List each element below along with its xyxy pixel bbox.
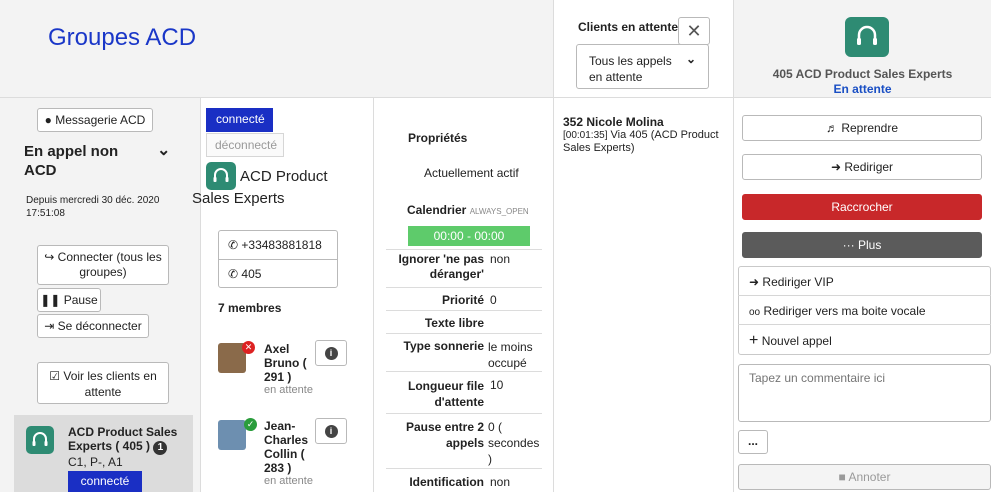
info-icon: i [324, 347, 338, 360]
pause-button[interactable]: ❚❚ Pause [37, 288, 101, 312]
prop-label: Identification [409, 475, 484, 489]
messagerie-acd-button[interactable]: ● Messagerie ACD [37, 108, 153, 132]
prop-label: Priorité [441, 293, 484, 307]
page-title: Groupes ACD [48, 24, 197, 51]
arrow-right-icon: ➜ [749, 275, 760, 289]
redirect-button[interactable]: ➜ Rediriger [742, 154, 982, 180]
member-info-button[interactable]: i [315, 340, 347, 366]
member-state: en attente [264, 384, 313, 396]
prop-label: Texte libre [424, 316, 484, 330]
menu-item-redirect-vip[interactable]: ➜ Rediriger VIP [749, 275, 834, 289]
headset-icon [26, 426, 54, 454]
prop-label: Pause entre 2 appels [405, 420, 484, 450]
member-name: Axel Bruno ( 291 ) [264, 342, 307, 384]
menu-item-new-call[interactable]: + Nouvel appel [749, 332, 832, 350]
chevron-down-icon: ⌄ [685, 52, 696, 66]
group-card-status: connecté [68, 471, 142, 492]
logout-icon: ⇥ [44, 319, 55, 333]
active-status: Actuellement actif [424, 166, 519, 180]
more-button[interactable]: ··· Plus [742, 232, 982, 258]
speaker-icon: ♬ [825, 121, 838, 135]
connected-toggle[interactable]: connecté [206, 108, 273, 132]
comment-input[interactable] [738, 364, 991, 422]
connect-all-groups-button[interactable]: ↪ Connecter (tous les groupes) [37, 245, 169, 285]
group-card-name: ACD Product Sales Experts ( 405 ) 1 [68, 425, 178, 455]
phone-number-2[interactable]: ✆ 405 [228, 267, 261, 281]
prop-value: 0 ( secondes ) [488, 420, 540, 466]
voicemail-icon: οο [749, 307, 761, 318]
prop-label: Longueur file d'attente [408, 379, 484, 409]
available-status-icon: ✓ [244, 418, 257, 431]
headset-icon [845, 17, 889, 57]
close-icon: ✕ [686, 21, 702, 41]
phone-number-1[interactable]: ✆ +33483881818 [228, 238, 322, 252]
agent-since: Depuis mercredi 30 déc. 2020 17:51:08 [26, 195, 160, 219]
login-icon: ↪ [44, 250, 55, 264]
phone-icon: ✆ [228, 267, 239, 281]
member-state: en attente [264, 475, 313, 487]
disconnect-button[interactable]: ⇥ Se déconnecter [37, 314, 149, 338]
prop-value: non [490, 475, 511, 489]
close-button[interactable]: ✕ [678, 17, 710, 45]
prop-value: 0 [490, 293, 497, 307]
prop-value: non [490, 252, 511, 266]
agent-status-title: En appel non ACD [24, 143, 119, 179]
info-icon: i [324, 425, 338, 438]
hangup-button[interactable]: Raccrocher [742, 194, 982, 220]
calendar-hours: 00:00 - 00:00 [408, 226, 530, 246]
pause-icon: ❚❚ [40, 293, 61, 307]
waiting-caller[interactable]: 352 Nicole Molina [00:01:35] Via 405 (AC… [563, 115, 728, 155]
comment-icon: ■ [838, 470, 846, 484]
plus-icon: + [749, 332, 759, 349]
busy-status-icon: ✕ [242, 341, 255, 354]
member-info-button[interactable]: i [315, 418, 347, 444]
arrow-right-icon: ➜ [830, 160, 842, 174]
member-name: Jean- Charles Collin ( 283 ) [264, 419, 309, 475]
group-card-meta: C1, P-, A1 [68, 455, 123, 469]
resume-button[interactable]: ♬ Reprendre [742, 115, 982, 141]
caller-details: [00:01:35] Via 405 (ACD Product Sales Ex… [563, 129, 719, 154]
disconnected-toggle[interactable]: déconnecté [206, 133, 284, 157]
properties-heading: Propriétés [408, 131, 468, 145]
member-avatar [218, 420, 246, 450]
prop-label: Ignorer 'ne pas déranger' [398, 252, 484, 281]
waiting-filter-select[interactable]: Tous les appels en attente ⌄ [576, 44, 709, 89]
prop-value: le moins occupé [488, 340, 533, 370]
call-group-name: 405 ACD Product Sales Experts [772, 67, 953, 81]
call-status: En attente [833, 82, 892, 96]
chevron-down-icon[interactable]: ⌄ [157, 140, 170, 160]
ellipsis-icon: ··· [842, 238, 855, 252]
view-waiting-clients-button[interactable]: ☑ Voir les clients en attente [37, 362, 169, 404]
members-count: 7 membres [218, 301, 282, 315]
annotate-button[interactable]: ■ Annoter [738, 464, 991, 490]
count-badge: 1 [153, 441, 168, 455]
waiting-title: Clients en attente [578, 20, 679, 34]
calendar-row: Calendrier ALWAYS_OPEN [407, 203, 529, 217]
voicemail-speech-icon: ● [44, 113, 52, 127]
checkbox-edit-icon: ☑ [49, 369, 61, 383]
phone-icon: ✆ [228, 238, 239, 252]
prop-value: 10 [490, 378, 504, 392]
caller-name: 352 Nicole Molina [563, 115, 664, 129]
group-detail-name: ACD Product Sales Experts [192, 168, 328, 207]
comment-options-button[interactable]: ... [738, 430, 768, 454]
menu-item-redirect-voicemail[interactable]: οο Rediriger vers ma boite vocale [749, 304, 926, 318]
prop-label: Type sonnerie [403, 339, 484, 353]
